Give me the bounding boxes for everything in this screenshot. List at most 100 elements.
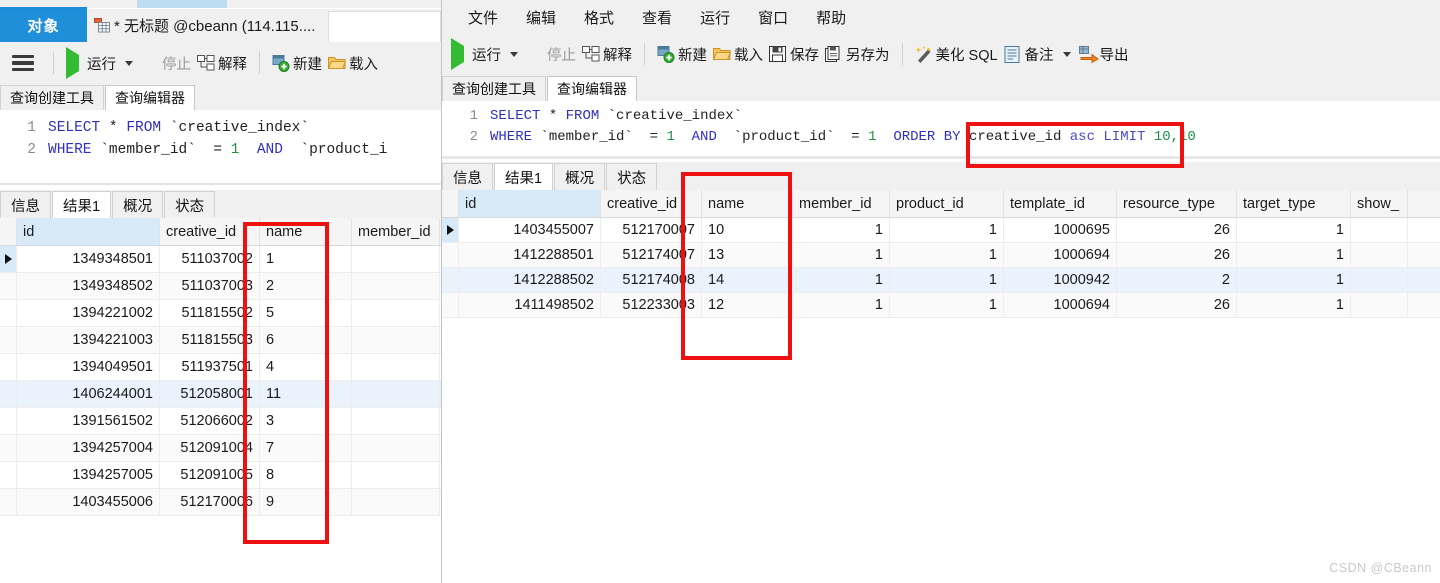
left-sql-editor[interactable]: 1 SELECT * FROM `creative_index` 2 WHERE `m… <box>0 110 441 188</box>
result-tab-label: 信息 <box>11 198 40 215</box>
right-sql-editor[interactable]: 1 SELECT * FROM `creative_index` 2 WHERE `m… <box>442 101 1440 159</box>
subtab-query-builder[interactable]: 查询创建工具 <box>0 85 104 110</box>
subtab-query-editor[interactable]: 查询编辑器 <box>547 76 637 101</box>
result-tab-0[interactable]: 信息 <box>442 163 493 190</box>
row-selector[interactable] <box>0 408 17 434</box>
grid-column-header[interactable]: show_ <box>1351 190 1408 217</box>
grid-column-header[interactable]: member_id <box>793 190 890 217</box>
run-button[interactable]: 运行 <box>63 46 119 79</box>
result-tab-0[interactable]: 信息 <box>0 191 51 218</box>
tab-object[interactable]: 对象 <box>0 9 87 42</box>
menu-item-2[interactable]: 格式 <box>570 4 628 30</box>
save-as-button[interactable]: 另存为 <box>822 39 893 69</box>
table-cell: 1 <box>793 293 890 317</box>
row-selector[interactable] <box>442 268 459 292</box>
table-cell: 1 <box>793 243 890 267</box>
row-selector[interactable] <box>442 293 459 317</box>
right-result-grid[interactable]: id creative_id name member_id product_id temp… <box>442 190 1440 340</box>
grid-column-header[interactable]: template_id <box>1004 190 1117 217</box>
new-button[interactable]: 新建 <box>654 39 710 69</box>
right-result-tab-bar: 信息 结果1 概况 状态 <box>442 162 1440 190</box>
menu-item-6[interactable]: 帮助 <box>802 4 860 30</box>
menu-item-5[interactable]: 窗口 <box>744 4 802 30</box>
table-row[interactable]: 1349348502 511037003 2 <box>0 273 441 300</box>
result-tab-1[interactable]: 结果1 <box>52 191 112 218</box>
run-dropdown-caret-icon[interactable] <box>125 60 133 66</box>
grid-column-header[interactable]: id <box>459 190 601 217</box>
result-tab-2[interactable]: 概况 <box>112 191 164 218</box>
result-tab-1[interactable]: 结果1 <box>494 163 554 190</box>
right-editor-divider <box>442 156 1440 159</box>
table-row[interactable]: 1394257004 512091004 7 <box>0 435 441 462</box>
line-number: 1 <box>469 108 478 124</box>
row-selector[interactable] <box>442 218 459 242</box>
row-selector[interactable] <box>442 243 459 267</box>
note-document-icon <box>1004 45 1022 63</box>
table-row[interactable]: 1391561502 512066002 3 <box>0 408 441 435</box>
menu-item-0[interactable]: 文件 <box>454 4 512 30</box>
beautify-sql-button[interactable]: 美化 SQL <box>912 39 1001 69</box>
tab-connection[interactable]: * 无标题 @cbeann (114.115.... <box>88 9 328 42</box>
table-row[interactable]: 1406244001 512058001 11 <box>0 381 441 408</box>
explain-button[interactable]: 解释 <box>194 48 250 78</box>
stop-button-label: 停止 <box>547 47 576 64</box>
run-dropdown-caret-icon[interactable] <box>510 51 518 57</box>
row-selector[interactable] <box>0 381 17 407</box>
grid-column-header[interactable]: member_id <box>352 218 440 245</box>
table-row[interactable]: 1412288502 512174008 14 1 1 1000942 2 1 <box>442 268 1440 293</box>
grid-column-header[interactable]: creative_id <box>601 190 702 217</box>
table-row[interactable]: 1403455006 512170006 9 <box>0 489 441 516</box>
row-selector[interactable] <box>0 489 17 515</box>
table-row[interactable]: 1394221003 511815503 6 <box>0 327 441 354</box>
result-tab-2[interactable]: 概况 <box>554 163 606 190</box>
row-selector[interactable] <box>0 462 17 488</box>
table-row[interactable]: 1412288501 512174007 13 1 1 1000694 26 1 <box>442 243 1440 268</box>
new-button[interactable]: 新建 <box>269 48 325 78</box>
table-row[interactable]: 1411498502 512233003 12 1 1 1000694 26 1 <box>442 293 1440 318</box>
menu-item-4[interactable]: 运行 <box>686 4 744 30</box>
menu-hamburger-icon[interactable] <box>12 55 34 71</box>
menu-item-3[interactable]: 查看 <box>628 4 686 30</box>
grid-column-header[interactable]: name <box>702 190 793 217</box>
row-selector[interactable] <box>0 435 17 461</box>
explain-button[interactable]: 解释 <box>579 39 635 69</box>
result-tab-3[interactable]: 状态 <box>606 163 658 190</box>
run-button-label: 运行 <box>87 56 116 73</box>
remark-button[interactable]: 备注 <box>1001 39 1057 69</box>
table-cell: 512091004 <box>160 435 260 461</box>
export-button[interactable]: 导出 <box>1076 39 1132 69</box>
load-button[interactable]: 载入 <box>325 48 381 78</box>
sql-token: LIMIT <box>1103 129 1146 145</box>
remark-dropdown-caret-icon[interactable] <box>1062 51 1071 57</box>
save-button[interactable]: 保存 <box>766 39 822 69</box>
table-row[interactable]: 1394049501 511937501 4 <box>0 354 441 381</box>
grid-column-header[interactable]: creative_id <box>160 218 260 245</box>
table-cell: 7 <box>260 435 352 461</box>
subtab-query-editor[interactable]: 查询编辑器 <box>105 85 195 110</box>
sql-token: AND <box>256 142 283 158</box>
grid-column-header[interactable]: product_id <box>890 190 1004 217</box>
table-row[interactable]: 1394221002 511815502 5 <box>0 300 441 327</box>
row-selector[interactable] <box>0 354 17 380</box>
row-selector[interactable] <box>0 246 17 272</box>
row-selector[interactable] <box>0 327 17 353</box>
subtab-query-editor-label: 查询编辑器 <box>557 81 627 97</box>
load-button[interactable]: 载入 <box>710 39 766 69</box>
table-row[interactable]: 1394257005 512091005 8 <box>0 462 441 489</box>
stop-button[interactable]: 停止 <box>523 39 579 69</box>
grid-column-header[interactable]: id <box>17 218 160 245</box>
table-row[interactable]: 1349348501 511037002 1 <box>0 246 441 273</box>
row-selector[interactable] <box>0 300 17 326</box>
grid-column-header[interactable]: name <box>260 218 352 245</box>
grid-column-header[interactable]: target_type <box>1237 190 1351 217</box>
result-tab-3[interactable]: 状态 <box>164 191 216 218</box>
menu-item-1[interactable]: 编辑 <box>512 4 570 30</box>
table-row[interactable]: 1403455007 512170007 10 1 1 1000695 26 1 <box>442 218 1440 243</box>
stop-button[interactable]: 停止 <box>138 48 194 78</box>
left-result-grid[interactable]: id creative_id name member_id 1349348501 5110… <box>0 218 441 545</box>
subtab-query-builder[interactable]: 查询创建工具 <box>442 76 546 101</box>
run-button[interactable]: 运行 <box>448 37 504 70</box>
table-cell: 1391561502 <box>17 408 160 434</box>
row-selector[interactable] <box>0 273 17 299</box>
grid-column-header[interactable]: resource_type <box>1117 190 1237 217</box>
